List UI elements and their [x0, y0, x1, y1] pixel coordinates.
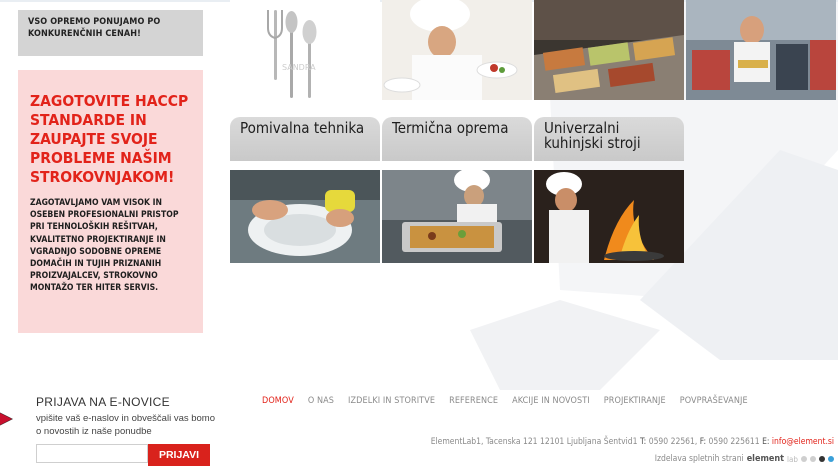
flambe-chef-image[interactable] [534, 170, 684, 263]
phone-number: 0590 22561, [648, 437, 698, 447]
category-univerzalni-kuhinjski-stroji[interactable]: Univerzalni kuhinjski stroji [534, 117, 684, 161]
nav-item-izdelki-in-storitve[interactable]: IZDELKI IN STORITVE [348, 396, 435, 406]
cutlery-image[interactable]: SANDRA [230, 0, 380, 100]
elementlab-logo[interactable]: element [747, 454, 784, 464]
dot-icon [828, 456, 834, 462]
chef-plating-image[interactable] [382, 0, 532, 100]
body-line: PRI TEHNOLOŠKIH REŠITVAH, [30, 222, 158, 233]
dot-icon [810, 456, 816, 462]
pointer-arrow-icon [0, 413, 12, 425]
email-link[interactable]: info@element.si [772, 437, 834, 447]
oven-chef-image[interactable] [382, 170, 532, 263]
phone-label: T: [639, 437, 647, 447]
nav-item-projektiranje[interactable]: PROJEKTIRANJE [604, 396, 666, 406]
nav-item-domov[interactable]: DOMOV [262, 396, 294, 406]
cutlery-watermark: SANDRA [282, 63, 316, 72]
body-line: PROIZVAJALCEV, STROKOVNO [30, 271, 158, 282]
nav-item-povprasevanje[interactable]: POVPRAŠEVANJE [680, 396, 748, 406]
fax-label: F: [699, 437, 707, 447]
price-promo-line: VSO OPREMO PONUJAMO PO [28, 17, 161, 27]
price-promo-line: KONKURENČNIH CENAH! [28, 29, 141, 39]
transport-containers-image[interactable] [686, 0, 836, 100]
nav-item-akcije-in-novosti[interactable]: AKCIJE IN NOVOSTI [512, 396, 590, 406]
elementlab-logo-sub: lab [787, 454, 798, 464]
haccp-promo-box: ZAGOTOVITE HACCP STANDARDE IN ZAUPAJTE S… [18, 70, 203, 333]
headline-line: PROBLEME NAŠIM [30, 149, 172, 167]
newsletter-title: PRIJAVA NA E-NOVICE [36, 395, 170, 409]
main-nav: DOMOV O NAS IZDELKI IN STORITVE REFERENC… [262, 396, 748, 406]
body-line: OSEBEN PROFESIONALNI PRISTOP [30, 210, 179, 221]
category-label: Termična oprema [392, 119, 509, 137]
headline-line: ZAGOTOVITE HACCP [30, 92, 189, 110]
newsletter-email-input[interactable] [36, 444, 148, 463]
dot-icon [801, 456, 807, 462]
body-line: ZAGOTAVLJAMO VAM VISOK IN [30, 198, 163, 208]
headline-line: STANDARDE IN [30, 111, 147, 129]
newsletter-subscribe-button[interactable]: PRIJAVI [148, 444, 210, 466]
newsletter-description: vpišite vaš e-naslov in obveščali vas bo… [36, 413, 216, 437]
price-promo-box: VSO OPREMO PONUJAMO PO KONKURENČNIH CENA… [18, 10, 203, 56]
buffet-image[interactable] [534, 0, 684, 100]
nav-item-reference[interactable]: REFERENCE [449, 396, 498, 406]
body-line: MONTAŽO TER HITER SERVIS. [30, 283, 159, 294]
dishwashing-image[interactable] [230, 170, 380, 263]
footer-address: ElementLab1, Tacenska 121 12101 Ljubljan… [430, 437, 638, 447]
nav-item-o-nas[interactable]: O NAS [308, 396, 334, 406]
credit-text[interactable]: Izdelava spletnih strani [655, 454, 744, 464]
body-line: DOMAČIH IN TUJIH PRIZNANIH [30, 259, 162, 270]
headline-line: ZAUPAJTE SVOJE [30, 130, 158, 148]
body-line: KVALITETNO PROJEKTIRANJE IN [30, 234, 166, 245]
category-label: kuhinjski stroji [544, 134, 641, 152]
footer-credit: Izdelava spletnih strani element lab [655, 454, 834, 464]
email-label: E: [762, 437, 770, 447]
body-line: VGRADNJO SODOBNE OPREME [30, 246, 162, 257]
category-label: Pomivalna tehnika [240, 119, 365, 137]
dot-icon [819, 456, 825, 462]
category-pomivalna-tehnika[interactable]: Pomivalna tehnika [230, 117, 380, 161]
headline-line: STROKOVNJAKOM! [30, 168, 175, 186]
haccp-headline: ZAGOTOVITE HACCP STANDARDE IN ZAUPAJTE S… [30, 92, 191, 187]
category-termicna-oprema[interactable]: Termična oprema [382, 117, 532, 161]
fax-number: 0590 225611 [708, 437, 760, 447]
haccp-body-text: ZAGOTAVLJAMO VAM VISOK IN OSEBEN PROFESI… [30, 197, 191, 295]
footer-contact: ElementLab1, Tacenska 121 12101 Ljubljan… [431, 437, 834, 447]
